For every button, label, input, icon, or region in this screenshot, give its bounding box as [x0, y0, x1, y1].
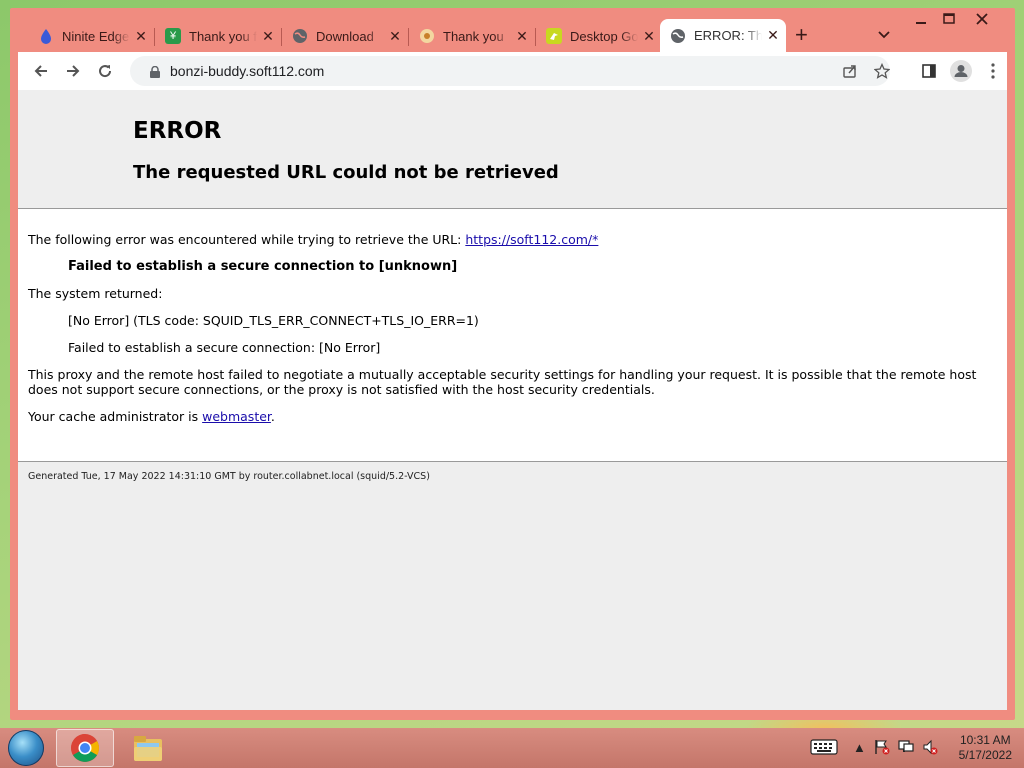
side-panel-icon[interactable]	[916, 58, 942, 84]
explanation-text: This proxy and the remote host failed to…	[28, 367, 977, 397]
error-content: The following error was encountered whil…	[18, 209, 1007, 462]
close-icon[interactable]: ✕	[384, 28, 406, 45]
clock-time: 10:31 AM	[959, 733, 1011, 747]
action-center-flag-icon[interactable]	[874, 739, 890, 758]
app-icon	[419, 28, 435, 44]
page-title: ERROR	[133, 118, 222, 144]
close-icon[interactable]: ✕	[511, 28, 533, 45]
tab-thank-you-softonic[interactable]: ¥ Thank you f ✕	[155, 20, 281, 52]
tab-ninite[interactable]: Ninite Edge ✕	[28, 20, 154, 52]
system-clock[interactable]: 10:31 AM 5/17/2022	[959, 733, 1012, 763]
menu-kebab-icon[interactable]	[980, 58, 1006, 84]
error-page: ERROR The requested URL could not be ret…	[18, 90, 1007, 710]
network-icon[interactable]	[898, 739, 914, 758]
tab-error-active[interactable]: ERROR: The ✕	[660, 19, 786, 52]
folder-icon	[134, 736, 162, 761]
ninite-icon	[38, 28, 54, 44]
admin-line: Your cache administrator is webmaster.	[28, 409, 987, 424]
close-icon[interactable]: ✕	[130, 28, 152, 45]
chrome-icon	[71, 734, 99, 762]
chrome-window: Ninite Edge ✕ ¥ Thank you f ✕ Download ✕…	[10, 8, 1015, 720]
error-header: ERROR The requested URL could not be ret…	[18, 90, 1007, 209]
reload-icon[interactable]	[92, 58, 118, 84]
keyboard-icon[interactable]	[810, 739, 838, 758]
globe-icon	[292, 28, 308, 44]
admin-suffix: .	[270, 409, 275, 424]
tab-download[interactable]: Download ✕	[282, 20, 408, 52]
webmaster-link[interactable]: webmaster	[202, 409, 271, 424]
tab-title: Ninite Edge	[62, 28, 130, 44]
generated-footer: Generated Tue, 17 May 2022 14:31:10 GMT …	[28, 471, 430, 482]
volume-muted-icon[interactable]	[922, 739, 938, 758]
maximize-icon[interactable]	[943, 12, 955, 28]
lock-icon[interactable]	[150, 65, 160, 83]
page-subtitle: The requested URL could not be retrieved	[133, 162, 559, 183]
tab-title: ERROR: The	[694, 28, 762, 43]
taskbar-explorer-button[interactable]	[124, 729, 174, 767]
close-window-icon[interactable]	[976, 12, 988, 28]
desktopgoose-icon	[546, 28, 562, 44]
taskbar-chrome-button[interactable]	[56, 729, 114, 767]
tab-desktop-goose[interactable]: Desktop Go ✕	[536, 20, 662, 52]
tab-strip: Ninite Edge ✕ ¥ Thank you f ✕ Download ✕…	[10, 8, 1015, 52]
intro-line: The following error was encountered whil…	[28, 232, 987, 247]
new-tab-button[interactable]: +	[795, 24, 808, 46]
start-orb-icon[interactable]	[8, 730, 44, 766]
system-returned-label: The system returned:	[28, 286, 163, 301]
address-bar[interactable]: bonzi-buddy.soft112.com	[130, 56, 891, 86]
minimize-icon[interactable]	[915, 12, 927, 28]
tab-title: Desktop Go	[570, 28, 638, 44]
tab-title: Thank you	[443, 28, 504, 44]
forward-icon[interactable]	[60, 58, 86, 84]
share-icon[interactable]	[842, 63, 858, 84]
failed-detail-text: Failed to establish a secure connection:…	[68, 340, 381, 355]
bookmark-star-icon[interactable]	[873, 62, 891, 84]
globe-icon	[670, 28, 686, 44]
taskbar: ▲ 10:31 AM 5/17/2022	[0, 728, 1024, 768]
admin-prefix: Your cache administrator is	[28, 409, 203, 424]
browser-toolbar: bonzi-buddy.soft112.com	[18, 52, 1007, 90]
failed-message: Failed to establish a secure connection …	[68, 259, 458, 274]
url-text[interactable]: bonzi-buddy.soft112.com	[170, 63, 324, 79]
tab-title: Thank you f	[189, 28, 257, 44]
intro-text: The following error was encountered whil…	[28, 232, 466, 247]
close-icon[interactable]: ✕	[638, 28, 660, 45]
close-icon[interactable]: ✕	[762, 27, 784, 44]
profile-avatar-icon[interactable]	[948, 58, 974, 84]
show-hidden-icons[interactable]: ▲	[853, 740, 866, 755]
tls-code-text: [No Error] (TLS code: SQUID_TLS_ERR_CONN…	[68, 313, 479, 328]
chevron-down-icon[interactable]	[878, 26, 890, 42]
back-icon[interactable]	[28, 58, 54, 84]
requested-url-link[interactable]: https://soft112.com/*	[465, 232, 598, 247]
clock-date: 5/17/2022	[958, 748, 1012, 762]
close-icon[interactable]: ✕	[257, 28, 279, 45]
softonic-icon: ¥	[165, 28, 181, 44]
tab-title: Download	[316, 28, 374, 44]
tab-thank-you[interactable]: Thank you ✕	[409, 20, 535, 52]
